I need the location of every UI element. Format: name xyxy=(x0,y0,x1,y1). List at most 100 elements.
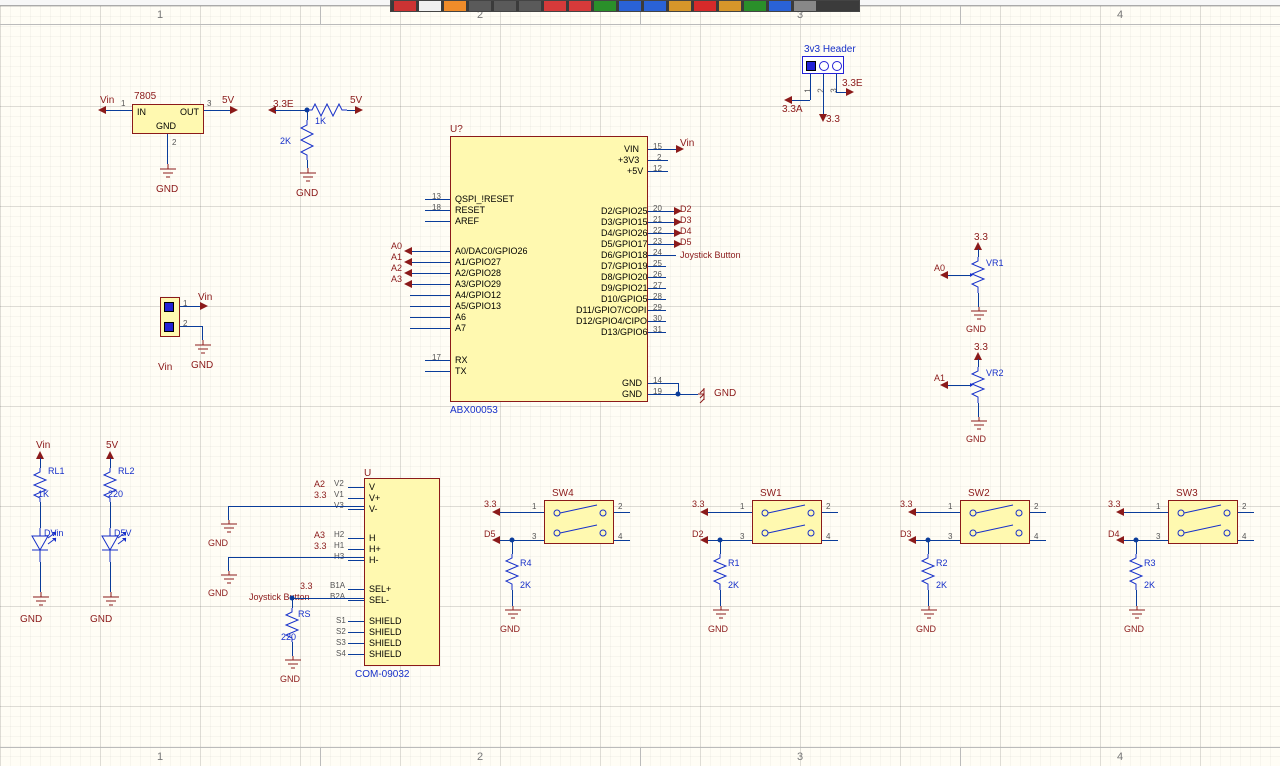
toolbar-btn[interactable] xyxy=(594,1,616,11)
pin-label: H xyxy=(369,533,376,543)
header-pad xyxy=(164,322,174,332)
net-arrow-icon xyxy=(908,508,916,516)
gnd-symbol xyxy=(298,168,318,188)
schematic-canvas[interactable]: 1 2 3 4 1 2 3 4 IN OUT GND 7805 1 3 2 Vi… xyxy=(0,5,1280,766)
net-label: GND xyxy=(208,588,228,598)
toolbar-btn[interactable] xyxy=(644,1,666,11)
pin-number: 2 xyxy=(1034,502,1038,511)
pin-number: V1 xyxy=(334,490,344,499)
wire xyxy=(648,266,666,267)
wire xyxy=(648,332,666,333)
switch[interactable] xyxy=(960,500,1030,544)
wire xyxy=(348,509,364,510)
pin-label: D6/GPIO18 xyxy=(601,250,648,260)
wire xyxy=(790,100,810,101)
pin-label: D5/GPIO17 xyxy=(601,239,648,249)
wire xyxy=(648,310,666,311)
wire xyxy=(110,458,111,468)
pin-number: 1 xyxy=(1156,502,1160,511)
pin-label: +5V xyxy=(627,166,643,176)
resistor[interactable] xyxy=(307,102,347,118)
pin-label: SHIELD xyxy=(369,627,402,637)
toolbar-btn[interactable] xyxy=(569,1,591,11)
toolbar-btn[interactable] xyxy=(519,1,541,11)
toolbar-btn[interactable] xyxy=(694,1,716,11)
net-label: GND xyxy=(708,624,728,634)
toolbar-btn[interactable] xyxy=(419,1,441,11)
pin-number: 2 xyxy=(618,502,622,511)
toolbar-btn[interactable] xyxy=(394,1,416,11)
resistor-value: 2K xyxy=(280,136,291,146)
wire xyxy=(348,621,364,622)
pin-number: S1 xyxy=(336,616,346,625)
switch[interactable] xyxy=(1168,500,1238,544)
resistor[interactable] xyxy=(1128,554,1144,590)
wire xyxy=(822,540,838,541)
pin-number: 1 xyxy=(804,88,813,92)
header-pad xyxy=(819,61,829,71)
wire xyxy=(410,262,450,263)
designator: RL2 xyxy=(118,466,135,476)
net-label: 3.3 xyxy=(314,490,327,500)
pin-label: TX xyxy=(455,366,467,376)
resistor[interactable] xyxy=(712,554,728,590)
toolbar-btn[interactable] xyxy=(719,1,741,11)
wire xyxy=(410,251,450,252)
wire xyxy=(946,385,970,386)
net-label: 3.3 xyxy=(314,541,327,551)
top-toolbar[interactable] xyxy=(390,0,860,12)
net-label: A0 xyxy=(934,263,945,273)
pin-number: H1 xyxy=(334,541,344,550)
toolbar-btn[interactable] xyxy=(744,1,766,11)
pin-label: H+ xyxy=(369,544,381,554)
wire xyxy=(678,383,679,394)
wire xyxy=(410,295,450,296)
wire xyxy=(1122,512,1168,513)
net-label: A3 xyxy=(391,274,402,284)
resistor[interactable] xyxy=(299,120,315,160)
wire xyxy=(1136,540,1137,554)
toolbar-btn[interactable] xyxy=(619,1,641,11)
toolbar-btn[interactable] xyxy=(494,1,516,11)
wire xyxy=(180,326,202,327)
toolbar-btn[interactable] xyxy=(794,1,816,11)
toolbar-btn[interactable] xyxy=(444,1,466,11)
pin-number: 1 xyxy=(532,502,536,511)
toolbar-btn[interactable] xyxy=(544,1,566,11)
resistor[interactable] xyxy=(504,554,520,590)
net-label: D3 xyxy=(680,215,692,225)
net-label: GND xyxy=(280,674,300,684)
gnd-symbol xyxy=(101,592,121,612)
ruler-seg: 4 xyxy=(960,6,1280,24)
component-7805[interactable]: IN OUT GND xyxy=(132,104,204,134)
pin-label: D12/GPIO4/CIPO xyxy=(576,316,647,326)
wire xyxy=(648,255,676,256)
wire xyxy=(228,557,364,558)
toolbar-btn[interactable] xyxy=(769,1,791,11)
net-label: Vin xyxy=(680,138,694,149)
resistor-value: 2K xyxy=(936,580,947,590)
pin-number: 1 xyxy=(121,99,125,108)
switch[interactable] xyxy=(752,500,822,544)
toolbar-btn[interactable] xyxy=(469,1,491,11)
net-label: 3.3 xyxy=(1108,499,1121,509)
net-label: GND xyxy=(208,538,228,548)
net-label: D5 xyxy=(680,237,692,247)
wire xyxy=(104,110,132,111)
pin-label: RESET xyxy=(455,205,485,215)
switch[interactable] xyxy=(544,500,614,544)
wire xyxy=(1238,512,1254,513)
pin-label: OUT xyxy=(180,107,199,117)
net-label: 3.3E xyxy=(842,78,863,89)
wire xyxy=(512,540,513,554)
pin-label: SEL+ xyxy=(369,584,391,594)
pin-label: A2/GPIO28 xyxy=(455,268,501,278)
net-label: GND xyxy=(916,624,936,634)
resistor[interactable] xyxy=(920,554,936,590)
pin-label: D8/GPIO20 xyxy=(601,272,648,282)
gnd-symbol xyxy=(219,571,239,587)
pin-number: 2 xyxy=(826,502,830,511)
toolbar-btn[interactable] xyxy=(669,1,691,11)
part-number: COM-09032 xyxy=(355,669,409,680)
net-label: GND xyxy=(90,614,112,625)
